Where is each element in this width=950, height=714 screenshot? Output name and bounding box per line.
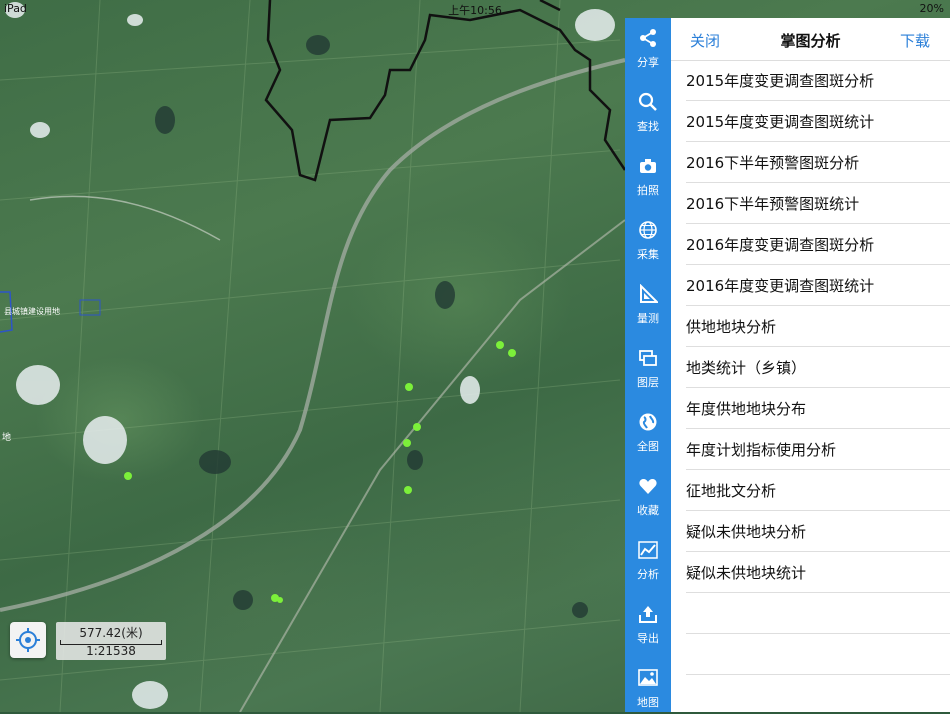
list-item[interactable]: 2016下半年预警图斑分析 (686, 142, 950, 183)
list-item-label: 地类统计（乡镇） (686, 359, 807, 377)
list-item[interactable]: 年度供地地块分布 (686, 388, 950, 429)
status-bar: iPad 上午10:56 20% (0, 0, 950, 18)
toolbar-measure-label: 量测 (637, 312, 659, 325)
locate-button[interactable] (10, 622, 46, 658)
toolbar-export-label: 导出 (637, 632, 659, 645)
scale-bar: 577.42(米) 1:21538 (56, 622, 166, 660)
list-item[interactable]: 疑似未供地块分析 (686, 511, 950, 552)
list-item-label: 2016下半年预警图斑统计 (686, 195, 860, 213)
chart-icon (638, 541, 658, 559)
share-icon (640, 29, 656, 47)
camera-icon (640, 159, 656, 173)
list-item[interactable]: 2016年度变更调查图斑统计 (686, 265, 950, 306)
download-button[interactable]: 下载 (900, 30, 930, 51)
globe-icon (639, 413, 657, 431)
list-item[interactable]: 年度计划指标使用分析 (686, 429, 950, 470)
heart-icon (639, 478, 657, 494)
toolbar-favorite-label: 收藏 (637, 504, 659, 517)
toolbar-layers-label: 图层 (637, 376, 659, 389)
toolbar-measure[interactable]: 量测 (625, 274, 671, 330)
list-item-label: 疑似未供地块统计 (686, 564, 807, 582)
list-item-label: 疑似未供地块分析 (686, 523, 807, 541)
toolbar-export[interactable]: 导出 (625, 594, 671, 650)
list-item[interactable]: 2016下半年预警图斑统计 (686, 183, 950, 224)
side-toolbar: 分享 查找 拍照 采集 量测 图层 全图 收藏 分析 导出 地图 (625, 18, 671, 712)
toolbar-map[interactable]: 地图 (625, 658, 671, 714)
list-item-label: 年度计划指标使用分析 (686, 441, 837, 459)
list-item-label: 2015年度变更调查图斑统计 (686, 113, 875, 131)
list-item[interactable]: 2016年度变更调查图斑分析 (686, 224, 950, 265)
list-item-label: 年度供地地块分布 (686, 400, 807, 418)
toolbar-search[interactable]: 查找 (625, 82, 671, 138)
toolbar-fullmap[interactable]: 全图 (625, 402, 671, 458)
list-item-label: 2015年度变更调查图斑分析 (686, 72, 875, 90)
scale-ratio: 1:21538 (86, 644, 136, 658)
toolbar-camera-label: 拍照 (637, 184, 659, 197)
battery-level: 20% (919, 2, 944, 15)
list-item[interactable]: 地类统计（乡镇） (686, 347, 950, 388)
toolbar-fullmap-label: 全图 (637, 440, 659, 453)
toolbar-map-label: 地图 (637, 696, 659, 709)
list-item-empty (686, 634, 950, 675)
crosshair-icon (16, 628, 40, 652)
list-item-label: 2016年度变更调查图斑分析 (686, 236, 875, 254)
list-item-empty (686, 593, 950, 634)
analysis-panel: 关闭 掌图分析 下载 2015年度变更调查图斑分析 2015年度变更调查图斑统计… (671, 18, 950, 712)
list-item-label: 2016下半年预警图斑分析 (686, 154, 860, 172)
globe-grid-icon (639, 221, 657, 239)
list-item[interactable]: 2015年度变更调查图斑分析 (686, 60, 950, 101)
analysis-list: 2015年度变更调查图斑分析 2015年度变更调查图斑统计 2016下半年预警图… (671, 60, 950, 675)
toolbar-camera[interactable]: 拍照 (625, 146, 671, 202)
list-item-label: 征地批文分析 (686, 482, 777, 500)
list-item-label: 供地地块分析 (686, 318, 777, 336)
toolbar-analysis[interactable]: 分析 (625, 530, 671, 586)
toolbar-collect[interactable]: 采集 (625, 210, 671, 266)
search-icon (638, 92, 657, 111)
map-side-label: 地 (2, 433, 12, 443)
map-icon (638, 669, 658, 686)
toolbar-collect-label: 采集 (637, 248, 659, 261)
status-time: 上午10:56 (448, 4, 502, 17)
list-item[interactable]: 征地批文分析 (686, 470, 950, 511)
map-place-label: 县城镇建设用地 (4, 307, 60, 316)
toolbar-layers[interactable]: 图层 (625, 338, 671, 394)
toolbar-analysis-label: 分析 (637, 568, 659, 581)
toolbar-search-label: 查找 (637, 120, 659, 133)
layers-icon (639, 350, 657, 366)
ruler-icon (640, 284, 658, 303)
toolbar-favorite[interactable]: 收藏 (625, 466, 671, 522)
toolbar-share-label: 分享 (637, 56, 659, 69)
list-item-label: 2016年度变更调查图斑统计 (686, 277, 875, 295)
list-item[interactable]: 2015年度变更调查图斑统计 (686, 101, 950, 142)
list-item[interactable]: 供地地块分析 (686, 306, 950, 347)
panel-header: 关闭 掌图分析 下载 (671, 18, 950, 61)
export-icon (639, 606, 657, 623)
scale-distance: 577.42(米) (79, 626, 143, 640)
toolbar-share[interactable]: 分享 (625, 18, 671, 74)
list-item[interactable]: 疑似未供地块统计 (686, 552, 950, 593)
